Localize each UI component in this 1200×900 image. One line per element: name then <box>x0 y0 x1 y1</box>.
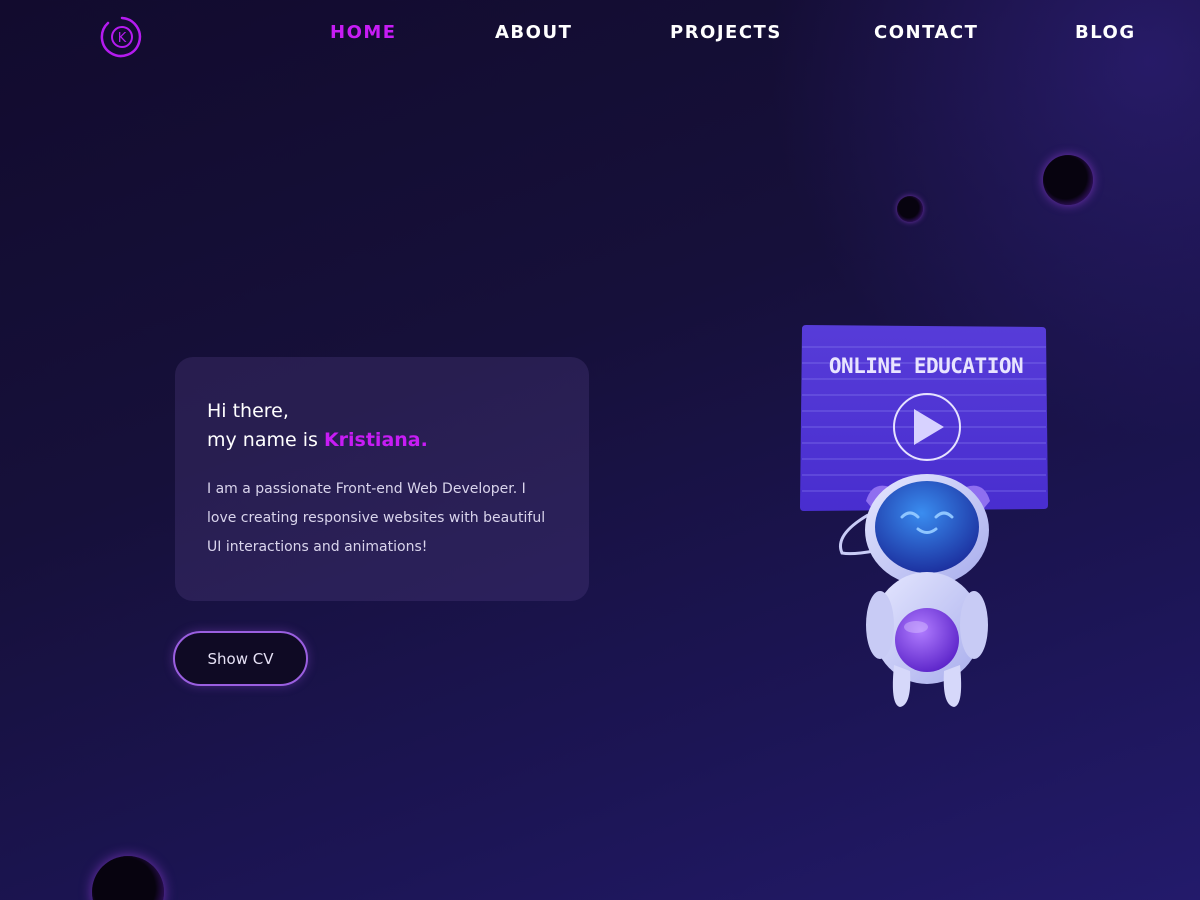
nav-projects[interactable]: PROJECTS <box>670 22 782 43</box>
decorative-bubble <box>897 196 923 222</box>
greeting-line: Hi there, <box>207 400 289 422</box>
show-cv-button[interactable]: Show CV <box>173 631 308 686</box>
logo[interactable]: K <box>100 15 144 59</box>
screen-title: ONLINE EDUCATION <box>829 354 1023 378</box>
nav-about[interactable]: ABOUT <box>495 22 572 43</box>
greeting-heading: Hi there, my name is Kristiana. <box>207 397 557 455</box>
name-line: my name is Kristiana. <box>207 426 557 455</box>
developer-name: Kristiana. <box>323 429 428 451</box>
nav-home[interactable]: HOME <box>330 22 397 43</box>
robot-illustration: ONLINE EDUCATION <box>790 315 1070 715</box>
logo-letter: K <box>118 31 127 46</box>
nav-blog[interactable]: BLOG <box>1075 22 1136 43</box>
name-prefix: my name is <box>207 429 324 451</box>
bio-text: I am a passionate Front-end Web Develope… <box>207 481 546 555</box>
intro-card: Hi there, my name is Kristiana. I am a p… <box>175 357 589 601</box>
decorative-bubble <box>92 856 164 900</box>
nav-contact[interactable]: CONTACT <box>874 22 978 43</box>
decorative-bubble <box>1043 155 1093 205</box>
